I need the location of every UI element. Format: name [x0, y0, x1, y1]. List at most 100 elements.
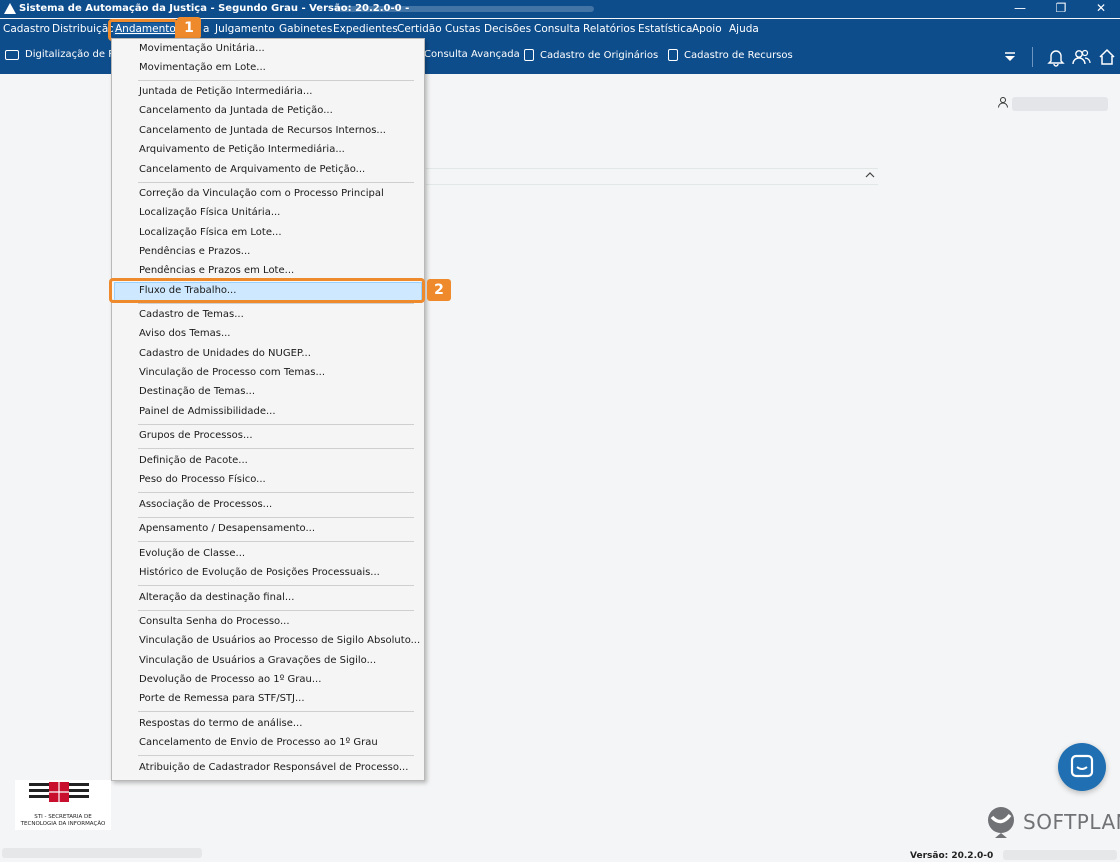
- menu-decisoes[interactable]: Decisões: [484, 23, 531, 35]
- collapsible-panel: [426, 168, 878, 185]
- menu-item-pendencias-prazos-lote[interactable]: Pendências e Prazos em Lote...: [139, 265, 294, 276]
- sti-logo-line2: TECNOLOGIA DA INFORMAÇÃO: [20, 821, 106, 827]
- menu-separator: [138, 517, 414, 518]
- sti-logo: STI - SECRETARIA DE TECNOLOGIA DA INFORM…: [15, 780, 111, 830]
- sti-logo-line1: STI - SECRETARIA DE: [34, 814, 92, 820]
- menu-item-localizacao-lote[interactable]: Localização Física em Lote...: [139, 227, 282, 238]
- menu-item-grupos-processos[interactable]: Grupos de Processos...: [139, 430, 253, 441]
- menu-separator: [138, 610, 414, 611]
- version-label: Versão: 20.2.0-0: [910, 851, 994, 861]
- menu-item-cancel-envio-processo[interactable]: Cancelamento de Envio de Processo ao 1º …: [139, 737, 378, 748]
- menu-item-cancel-juntada-recursos[interactable]: Cancelamento de Juntada de Recursos Inte…: [139, 125, 386, 136]
- dropdown-icon[interactable]: [1000, 47, 1020, 67]
- toolbar-digitalizacao-label: Digitalização de Pe: [25, 49, 121, 60]
- menu-ajuda[interactable]: Ajuda: [729, 23, 759, 35]
- menu-separator: [138, 303, 414, 304]
- softplan-logo-icon: [988, 807, 1014, 838]
- menu-item-cadastro-unidades-nugep[interactable]: Cadastro de Unidades do NUGEP...: [139, 348, 311, 359]
- menu-relatorios[interactable]: Relatórios: [583, 23, 635, 35]
- chat-button[interactable]: [1058, 743, 1106, 791]
- minimize-button[interactable]: —: [1000, 0, 1040, 18]
- menu-item-destinacao-temas[interactable]: Destinação de Temas...: [139, 386, 255, 397]
- annotation-badge-2: 2: [427, 279, 451, 301]
- menu-item-arquivamento-peticao[interactable]: Arquivamento de Petição Intermediária...: [139, 144, 345, 155]
- menu-item-cancel-arquivamento[interactable]: Cancelamento de Arquivamento de Petição.…: [139, 164, 365, 175]
- menu-item-devolucao-processo[interactable]: Devolução de Processo ao 1º Grau...: [139, 674, 321, 685]
- menu-item-apensamento[interactable]: Apensamento / Desapensamento...: [139, 523, 315, 534]
- menu-separator: [138, 448, 414, 449]
- document-r-icon: [668, 49, 678, 61]
- menu-item-painel-admissibilidade[interactable]: Painel de Admissibilidade...: [139, 406, 276, 417]
- menu-estatistica[interactable]: Estatística: [638, 23, 692, 35]
- user-name-redacted: [1012, 97, 1108, 111]
- chevron-up-icon[interactable]: [864, 170, 876, 180]
- home-icon[interactable]: [1097, 47, 1117, 67]
- menu-separator: [138, 182, 414, 183]
- softplan-brand: SOFTPLAN: [1023, 810, 1120, 834]
- menu-item-definicao-pacote[interactable]: Definição de Pacote...: [139, 455, 248, 466]
- menu-distribuicao[interactable]: Distribuição: [52, 23, 115, 35]
- menu-item-correcao-vinculacao[interactable]: Correção da Vinculação com o Processo Pr…: [139, 188, 384, 199]
- close-button[interactable]: ✕: [1081, 0, 1120, 18]
- status-redacted-left: [2, 848, 202, 858]
- menu-item-cancel-juntada-peticao[interactable]: Cancelamento da Juntada de Petição...: [139, 105, 333, 116]
- toolbar-digitalizacao[interactable]: Digitalização de Pe: [5, 49, 120, 60]
- menu-gabinetes[interactable]: Gabinetes: [279, 23, 332, 35]
- title-bar: Sistema de Automação da Justiça - Segund…: [0, 0, 1120, 18]
- menu-item-atribuicao-cadastrador[interactable]: Atribuição de Cadastrador Responsável de…: [139, 762, 408, 773]
- status-redacted-right: [1003, 850, 1117, 860]
- menu-item-peso-processo[interactable]: Peso do Processo Físico...: [139, 474, 266, 485]
- menu-custas[interactable]: Custas: [445, 23, 480, 35]
- toolbar-originarios-label: Cadastro de Originários: [540, 50, 659, 61]
- menu-separator: [138, 424, 414, 425]
- users-icon[interactable]: [1071, 47, 1091, 67]
- toolbar-consulta-label: Consulta Avançada: [424, 49, 520, 60]
- menu-expedientes[interactable]: Expedientes: [333, 23, 398, 35]
- title-redacted: [334, 6, 594, 12]
- menu-item-respostas-termo[interactable]: Respostas do termo de análise...: [139, 718, 302, 729]
- menu-item-cadastro-temas[interactable]: Cadastro de Temas...: [139, 309, 244, 320]
- scanner-icon: [5, 50, 19, 60]
- app-logo-icon: [4, 3, 16, 14]
- chat-icon: [1070, 754, 1094, 778]
- sti-logo-text: STI - SECRETARIA DE TECNOLOGIA DA INFORM…: [15, 814, 111, 828]
- toolbar-cadastro-originarios[interactable]: Cadastro de Originários: [524, 49, 658, 61]
- menu-separator: [138, 711, 414, 712]
- menu-item-movimentacao-lote[interactable]: Movimentação em Lote...: [139, 62, 266, 73]
- toolbar-cadastro-recursos[interactable]: Cadastro de Recursos: [668, 49, 793, 61]
- sti-emblem-icon: [29, 782, 89, 802]
- toolbar-consulta-avancada[interactable]: Consulta Avançada: [410, 49, 520, 60]
- menu-item-vinculacao-gravacoes[interactable]: Vinculação de Usuários a Gravações de Si…: [139, 655, 376, 666]
- menu-consulta[interactable]: Consulta: [534, 23, 580, 35]
- menu-separator: [138, 755, 414, 756]
- menu-item-juntada-peticao[interactable]: Juntada de Petição Intermediária...: [139, 86, 312, 97]
- menu-separator: [138, 80, 414, 81]
- annotation-highlight-2: [109, 278, 425, 303]
- menu-certidao[interactable]: Certidão: [397, 23, 442, 35]
- menu-item-vinculacao-temas[interactable]: Vinculação de Processo com Temas...: [139, 367, 325, 378]
- menu-julgamento[interactable]: Julgamento: [215, 23, 275, 35]
- menu-item-movimentacao-unitaria[interactable]: Movimentação Unitária...: [139, 43, 265, 54]
- menu-item-alteracao-destinacao[interactable]: Alteração da destinação final...: [139, 592, 294, 603]
- annotation-badge-1: 1: [177, 17, 201, 39]
- bell-icon[interactable]: [1046, 47, 1066, 67]
- menu-cadastro[interactable]: Cadastro: [3, 23, 50, 35]
- menu-apoio[interactable]: Apoio: [692, 23, 722, 35]
- user-icon: [998, 97, 1008, 108]
- menu-partial[interactable]: a: [203, 23, 209, 35]
- menu-separator: [138, 541, 414, 542]
- menu-item-localizacao-unitaria[interactable]: Localização Física Unitária...: [139, 207, 280, 218]
- andamento-dropdown-menu: Movimentação Unitária... Movimentação em…: [111, 38, 425, 781]
- menu-item-pendencias-prazos[interactable]: Pendências e Prazos...: [139, 246, 250, 257]
- menu-item-vinculacao-sigilo-absoluto[interactable]: Vinculação de Usuários ao Processo de Si…: [139, 635, 420, 646]
- menu-item-porte-remessa[interactable]: Porte de Remessa para STF/STJ...: [139, 693, 305, 704]
- menu-item-evolucao-classe[interactable]: Evolução de Classe...: [139, 548, 245, 559]
- document-icon: [524, 49, 534, 61]
- menu-item-associacao-processos[interactable]: Associação de Processos...: [139, 499, 272, 510]
- restore-button[interactable]: ❐: [1041, 0, 1081, 18]
- menu-separator: [138, 492, 414, 493]
- menu-item-consulta-senha[interactable]: Consulta Senha do Processo...: [139, 616, 290, 627]
- menu-item-aviso-temas[interactable]: Aviso dos Temas...: [139, 328, 231, 339]
- toolbar-divider: [1032, 47, 1033, 67]
- menu-item-historico-evolucao[interactable]: Histórico de Evolução de Posições Proces…: [139, 567, 380, 578]
